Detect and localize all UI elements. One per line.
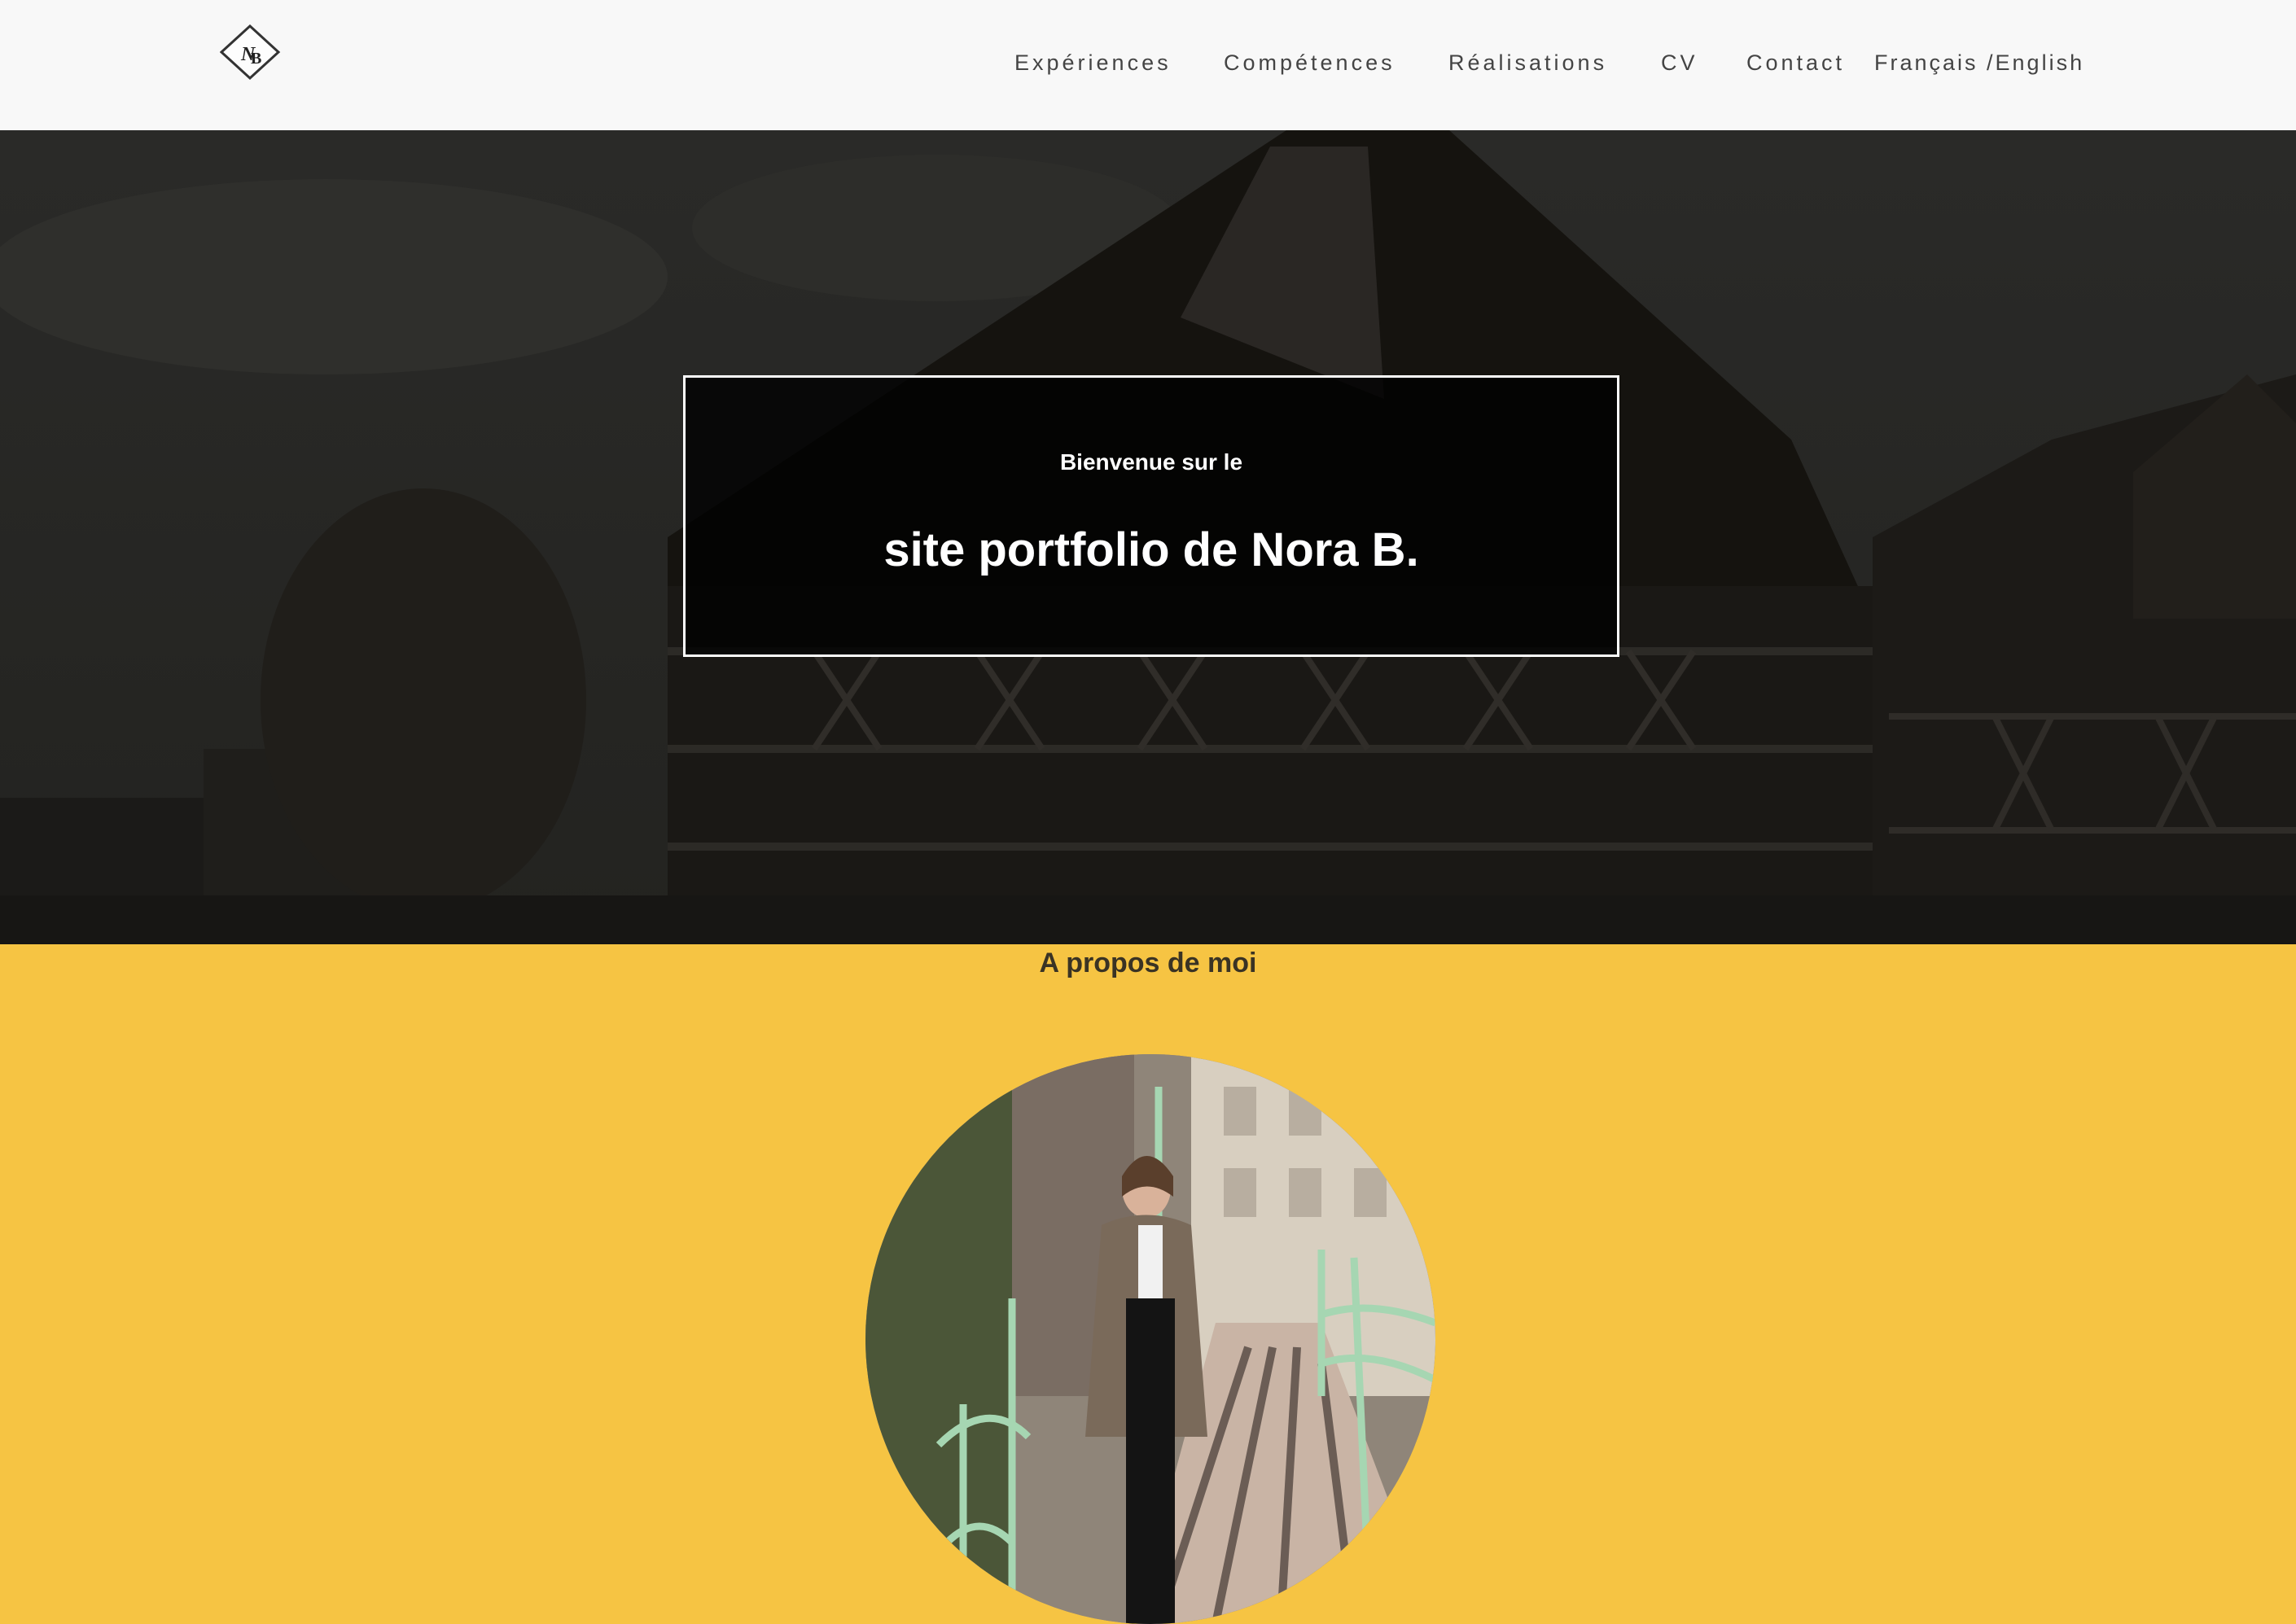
site-header: N B Expériences Compétences Réalisations… — [0, 0, 2296, 130]
nav-competences[interactable]: Compétences — [1224, 50, 1396, 76]
welcome-subtitle: Bienvenue sur le — [1059, 449, 1243, 475]
nav-realisations[interactable]: Réalisations — [1448, 50, 1607, 76]
profile-photo-icon — [865, 1054, 1435, 1624]
nav-contact[interactable]: Contact — [1746, 50, 1845, 76]
nb-logo-icon[interactable]: N B — [219, 24, 281, 81]
nav-cv[interactable]: CV — [1661, 50, 1698, 76]
nav-language-toggle[interactable]: Français /English — [1874, 50, 2084, 76]
about-title: A propos de moi — [1039, 948, 1257, 978]
nav-experiences[interactable]: Expériences — [1014, 50, 1172, 76]
welcome-box: Bienvenue sur le site portfolio de Nora … — [683, 375, 1619, 657]
welcome-title: site portfolio de Nora B. — [883, 523, 1419, 576]
svg-text:B: B — [251, 50, 261, 68]
hero-section: Bienvenue sur le site portfolio de Nora … — [0, 130, 2296, 944]
